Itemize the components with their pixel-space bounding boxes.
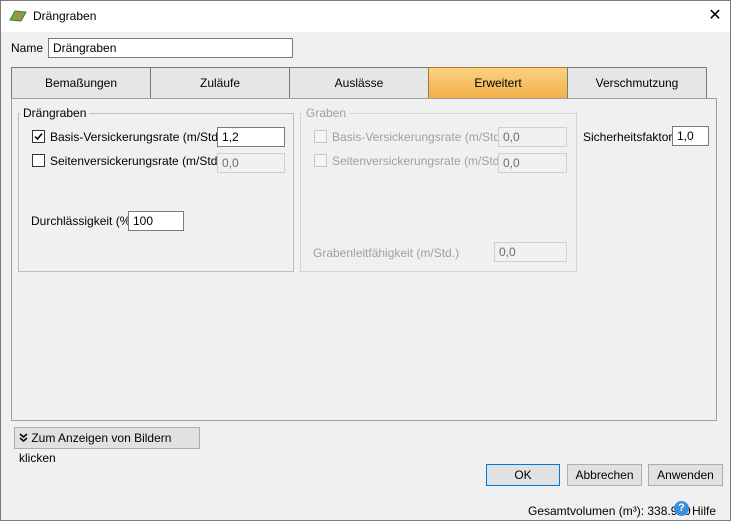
- name-label: Name: [11, 41, 44, 55]
- help-link[interactable]: Hilfe: [692, 504, 716, 518]
- basis-rate-checkbox[interactable]: [32, 130, 45, 143]
- cancel-button[interactable]: Abbrechen: [567, 464, 642, 486]
- double-chevron-down-icon: [19, 433, 28, 442]
- show-images-button[interactable]: Zum Anzeigen von Bildern klicken: [14, 427, 200, 465]
- show-images-label: Zum Anzeigen von Bildern klicken: [19, 431, 172, 465]
- tab-erweitert[interactable]: Erweitert: [428, 67, 568, 99]
- sicherheitsfaktor-input[interactable]: [672, 126, 709, 146]
- graben-seiten-rate-checkbox: [314, 154, 327, 167]
- grabenleitfaehigkeit-input: [494, 242, 567, 262]
- total-volume-text: Gesamtvolumen (m³): 338.990: [528, 504, 691, 518]
- durchlaessigkeit-input[interactable]: [128, 211, 184, 231]
- tab-bar: Bemaßungen Zuläufe Auslässe Erweitert Ve…: [11, 67, 707, 99]
- tab-auslaesse[interactable]: Auslässe: [289, 67, 429, 99]
- graben-seiten-rate-label: Seitenversickerungsrate (m/Std.): [332, 154, 507, 168]
- title-bar: Drängraben ✕: [1, 1, 730, 32]
- seiten-rate-input: [217, 153, 285, 173]
- durchlaessigkeit-label: Durchlässigkeit (%): [31, 214, 135, 228]
- tab-verschmutzung[interactable]: Verschmutzung: [567, 67, 707, 99]
- graben-seiten-rate-input: [498, 153, 567, 173]
- help-icon[interactable]: ?: [674, 501, 689, 516]
- apply-button[interactable]: Anwenden: [648, 464, 723, 486]
- graben-basis-rate-input: [498, 127, 567, 147]
- ok-button[interactable]: OK: [486, 464, 560, 486]
- name-input[interactable]: [48, 38, 293, 58]
- seiten-rate-checkbox[interactable]: [32, 154, 45, 167]
- basis-rate-input[interactable]: [217, 127, 285, 147]
- dialog-window: Drängraben ✕ Name Bemaßungen Zuläufe Aus…: [0, 0, 731, 521]
- checkmark-icon: [34, 133, 43, 141]
- tab-bemassungen[interactable]: Bemaßungen: [11, 67, 151, 99]
- close-icon[interactable]: ✕: [703, 5, 727, 27]
- sicherheitsfaktor-label: Sicherheitsfaktor: [583, 130, 673, 144]
- seiten-rate-label: Seitenversickerungsrate (m/Std.): [50, 154, 225, 168]
- drain-trench-icon: [9, 10, 27, 22]
- draengraben-group-title: Drängraben: [20, 106, 90, 120]
- basis-rate-label: Basis-Versickerungsrate (m/Std.): [50, 130, 226, 144]
- tab-zulaeufe[interactable]: Zuläufe: [150, 67, 290, 99]
- graben-basis-rate-label: Basis-Versickerungsrate (m/Std.): [332, 130, 508, 144]
- window-title: Drängraben: [33, 9, 97, 23]
- grabenleitfaehigkeit-label: Grabenleitfähigkeit (m/Std.): [313, 246, 460, 260]
- graben-basis-rate-checkbox: [314, 130, 327, 143]
- graben-group-title: Graben: [303, 106, 350, 120]
